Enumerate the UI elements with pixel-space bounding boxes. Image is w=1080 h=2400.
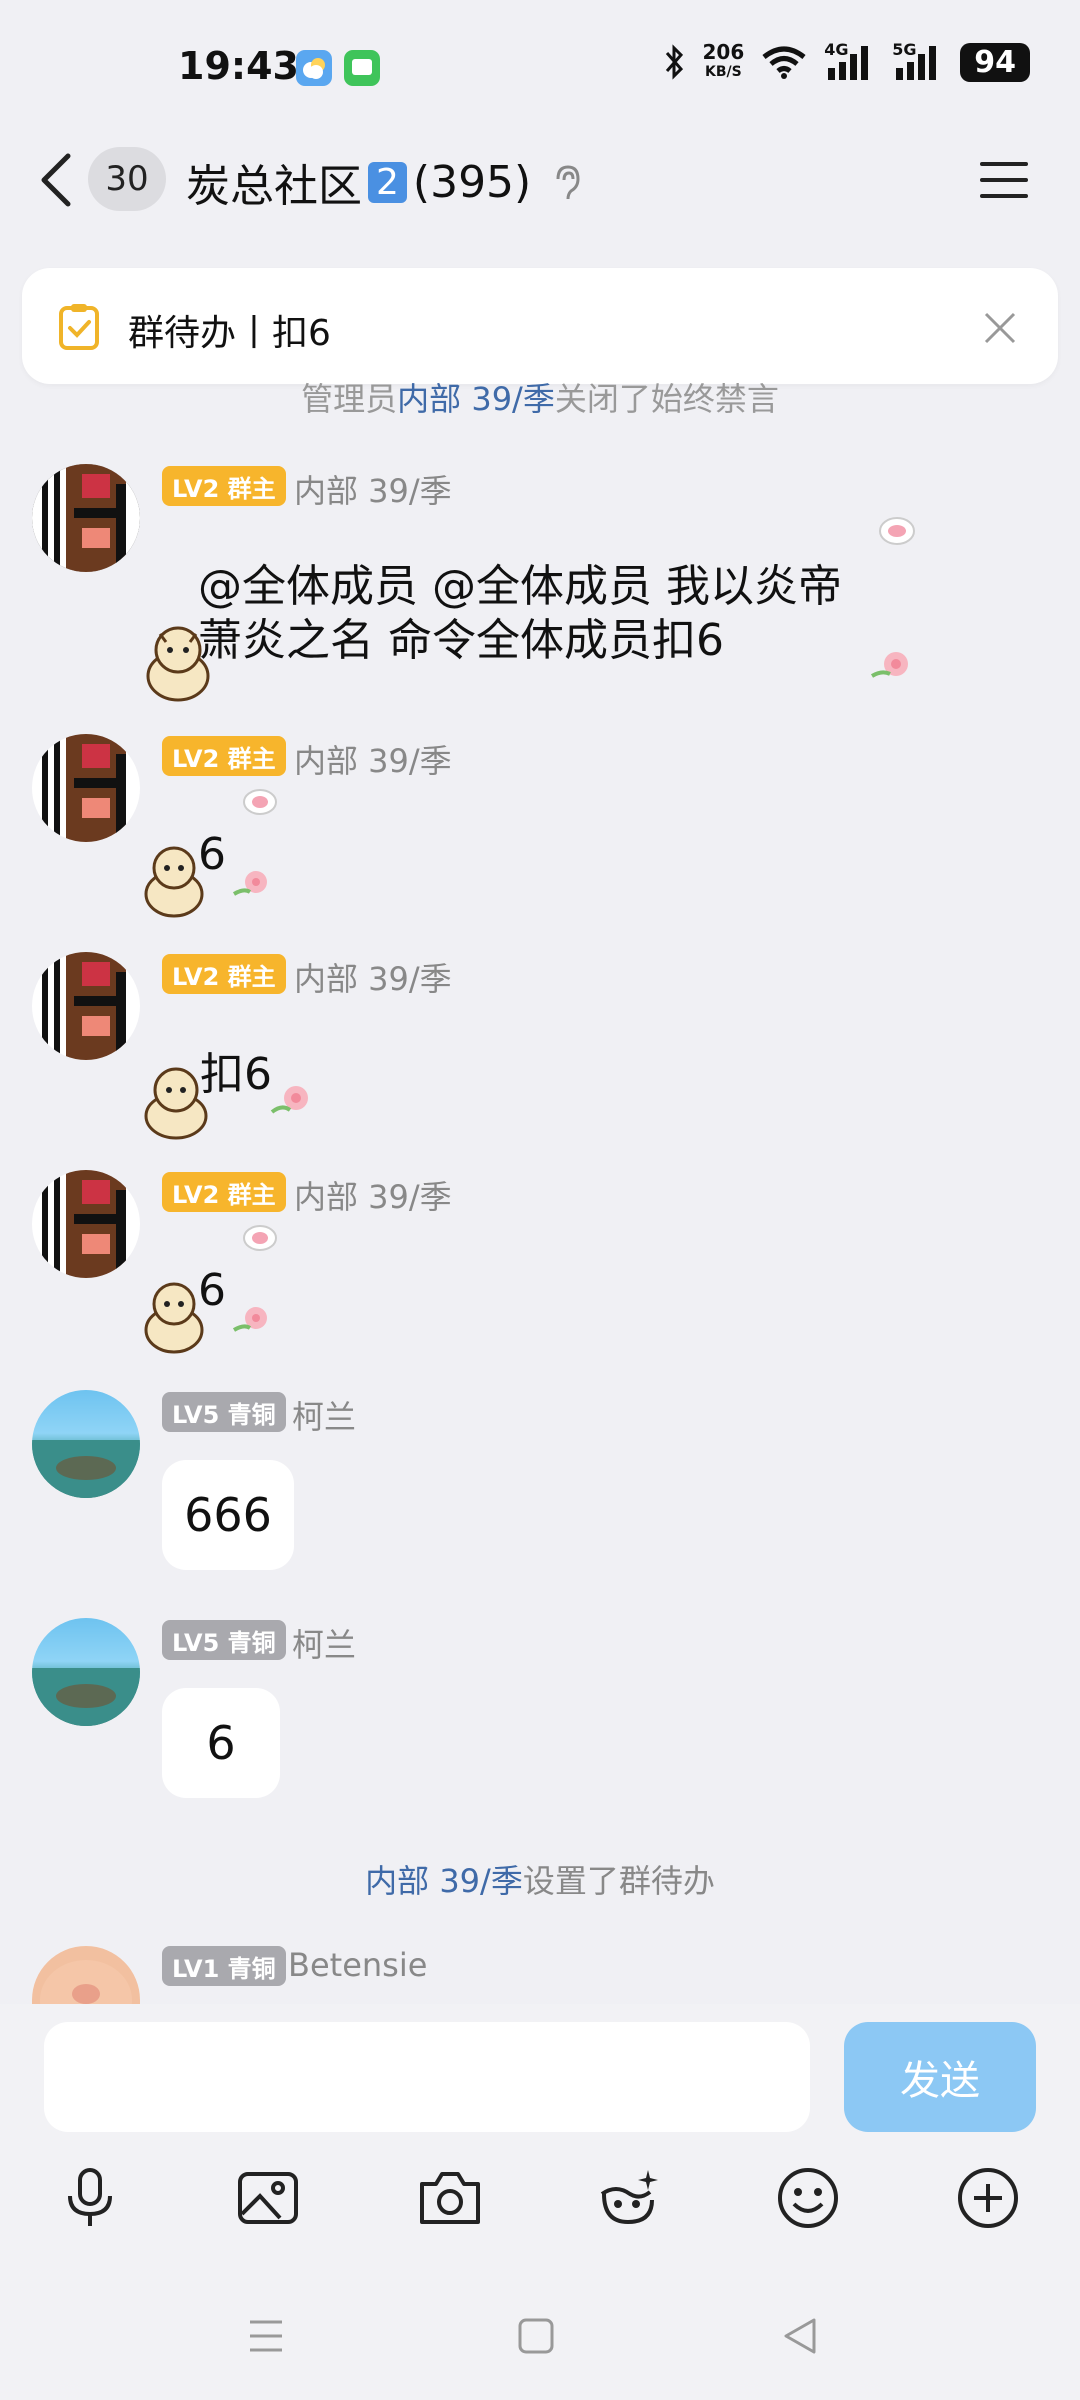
sender-name[interactable]: 内部 39/季: [294, 954, 452, 1000]
message-text: @全体成员 @全体成员 我以炎帝 萧炎之名 命令全体成员扣6: [198, 561, 842, 666]
system-user-link[interactable]: 内部 39/季: [397, 380, 555, 418]
system-message-todo: 内部 39/季设置了群待办: [365, 1862, 715, 1900]
back-nav-icon[interactable]: [780, 2316, 820, 2356]
tiger-sticker-icon: [144, 846, 204, 918]
avatar[interactable]: [32, 464, 140, 572]
level-badge: LV2 群主: [162, 736, 286, 776]
battery-indicator: 94: [960, 42, 1030, 82]
group-title[interactable]: 炭总社区 2 (395): [186, 150, 531, 214]
send-button[interactable]: 发送: [844, 2022, 1036, 2132]
image-icon[interactable]: [236, 2166, 300, 2230]
net-speed: 206 KB/S: [702, 40, 745, 80]
todo-clipboard-icon: [59, 304, 99, 350]
sender-name[interactable]: 内部 39/季: [294, 1172, 452, 1218]
wifi-icon: [762, 46, 806, 79]
flower-decor-icon: [870, 652, 908, 678]
flower-decor-icon: [270, 1086, 308, 1114]
avatar[interactable]: [32, 1170, 140, 1278]
plus-icon[interactable]: [956, 2166, 1020, 2230]
message-bubble[interactable]: 6: [162, 1688, 280, 1798]
tiger-sticker-icon: [144, 1067, 208, 1140]
avatar[interactable]: [32, 952, 140, 1060]
magic-sticker-icon[interactable]: [596, 2166, 660, 2230]
sender-name[interactable]: 柯兰: [292, 1392, 356, 1438]
flower-decor-icon: [232, 1307, 267, 1332]
home-nav-icon[interactable]: [516, 2316, 556, 2356]
level-badge: LV5 青铜: [162, 1620, 286, 1660]
avatar[interactable]: [32, 1618, 140, 1726]
signal-4g-icon: 4G: [824, 40, 876, 82]
avatar[interactable]: [32, 1946, 140, 2004]
unread-count-badge[interactable]: 30: [88, 147, 166, 211]
status-icons: 206 KB/S 4G 5G 94: [661, 40, 1030, 82]
group-number-badge: 2: [368, 161, 407, 203]
close-icon[interactable]: [980, 308, 1020, 348]
sender-name[interactable]: 柯兰: [292, 1620, 356, 1666]
emoji-icon[interactable]: [776, 2166, 840, 2230]
signal-5g-icon: 5G: [892, 40, 944, 82]
menu-icon[interactable]: [978, 158, 1030, 202]
chat-bubble-decor-icon: [243, 789, 277, 815]
ear-icon[interactable]: [552, 163, 582, 203]
level-badge: LV2 群主: [162, 954, 286, 994]
bluetooth-icon: [665, 44, 683, 80]
message-bubble[interactable]: 666: [162, 1460, 294, 1570]
tiger-sticker-icon: [146, 626, 210, 702]
todo-text: 群待办丨扣6: [128, 313, 331, 354]
camera-icon[interactable]: [418, 2166, 482, 2230]
tiger-sticker-icon: [144, 1282, 204, 1354]
flower-decor-icon: [232, 871, 267, 896]
level-badge: LV1 青铜: [162, 1946, 286, 1986]
level-badge: LV5 青铜: [162, 1392, 286, 1432]
weather-app-icon: [296, 50, 332, 86]
level-badge: LV2 群主: [162, 466, 286, 506]
sender-name[interactable]: Betensie: [288, 1946, 427, 1984]
recents-nav-icon[interactable]: [246, 2316, 286, 2356]
back-arrow-icon[interactable]: [36, 150, 76, 210]
level-badge: LV2 群主: [162, 1172, 286, 1212]
avatar[interactable]: [32, 734, 140, 842]
microphone-icon[interactable]: [58, 2166, 122, 2230]
chat-bubble-decor-icon: [243, 1225, 277, 1251]
sender-name[interactable]: 内部 39/季: [294, 466, 452, 512]
status-time: 19:43: [178, 44, 299, 88]
messages-app-icon: [344, 50, 380, 86]
message-input[interactable]: [44, 2022, 810, 2132]
sender-name[interactable]: 内部 39/季: [294, 736, 452, 782]
chat-header: [0, 140, 1080, 260]
system-message-mute: 管理员内部 39/季关闭了始终禁言: [301, 380, 779, 418]
system-user-link[interactable]: 内部 39/季: [365, 1862, 523, 1900]
chat-bubble-decor-icon: [879, 517, 915, 545]
avatar[interactable]: [32, 1390, 140, 1498]
